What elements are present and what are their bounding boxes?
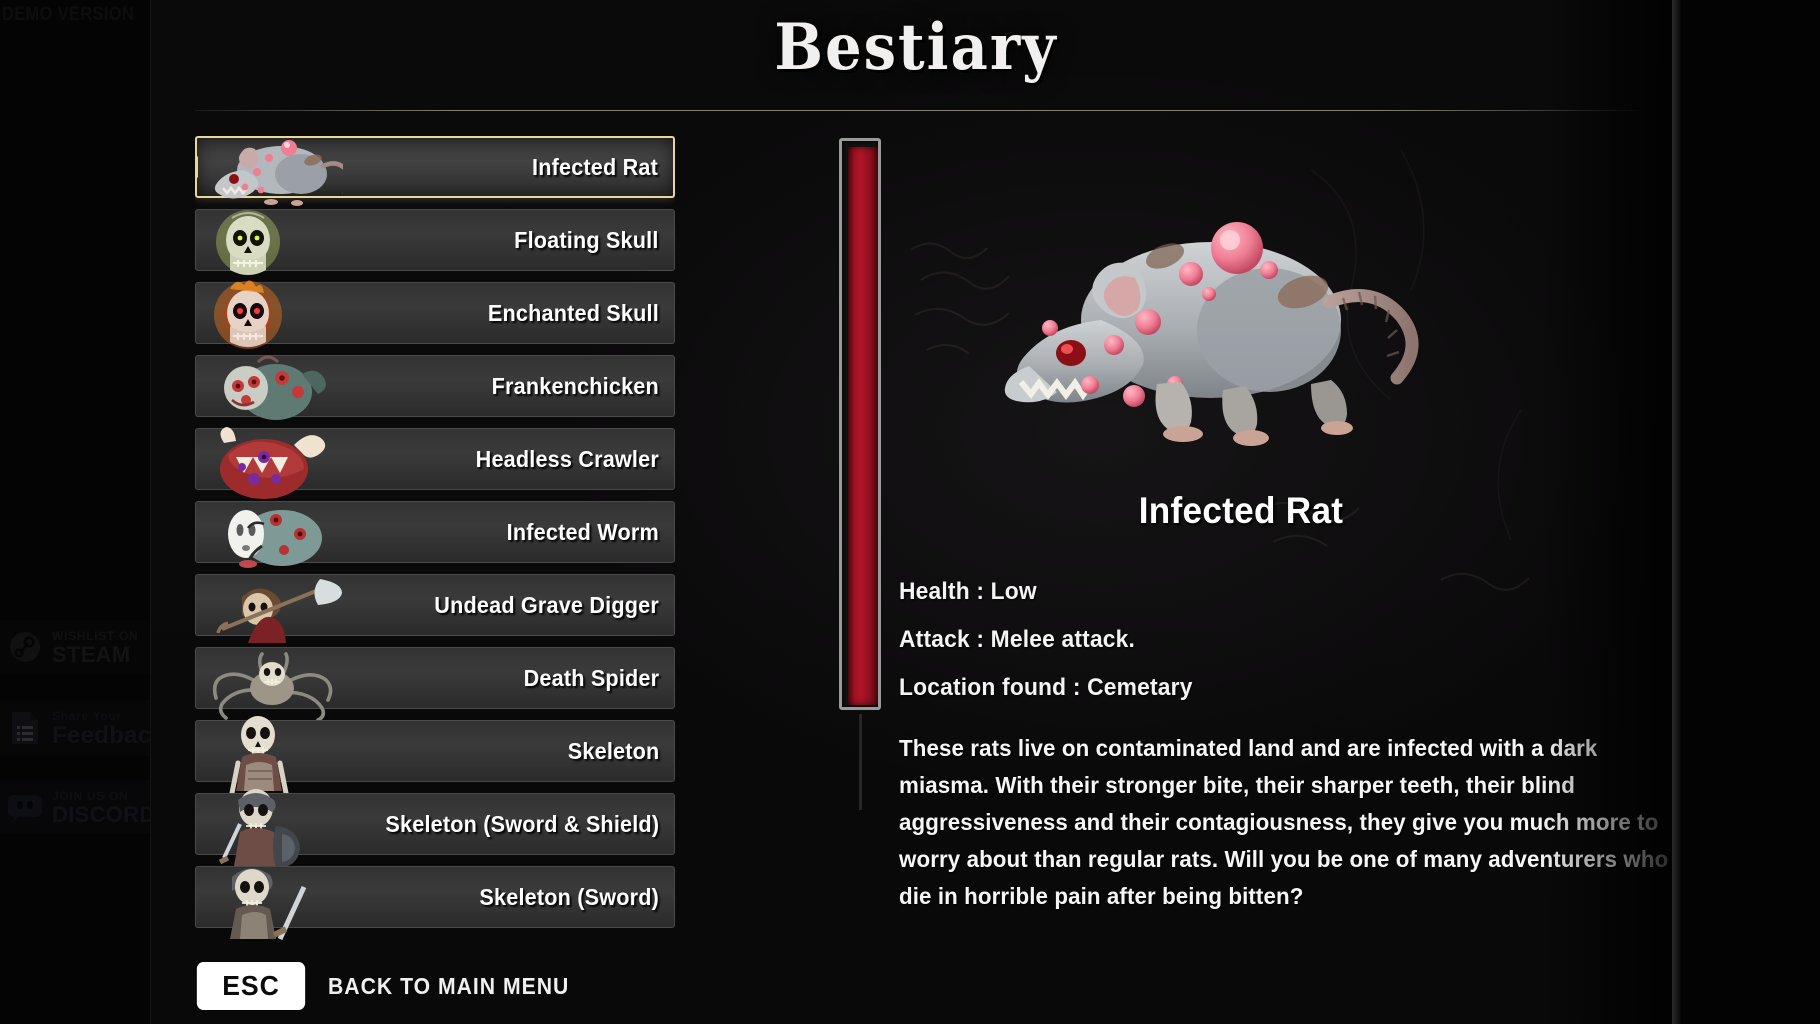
monster-thumbnail-skull-green xyxy=(202,198,342,284)
esc-key-button[interactable]: ESC xyxy=(196,962,306,1010)
monster-list[interactable]: Infected Rat Floating Skull Enchanted Sk… xyxy=(195,136,675,940)
monster-thumbnail-crawler xyxy=(202,417,342,503)
creature-detail-pane: Infected Rat Health : Low Attack : Melee … xyxy=(891,130,1681,960)
monster-thumbnail-rat xyxy=(203,136,343,212)
monster-list-item[interactable]: Headless Crawler xyxy=(195,427,675,499)
creature-stat-line: Health : Low xyxy=(899,578,1037,605)
monster-list-item-label: Enchanted Skull xyxy=(487,299,659,326)
monster-thumbnail-skeleton xyxy=(202,709,342,795)
monster-list-item[interactable]: Infected Worm xyxy=(195,501,675,568)
creature-artwork xyxy=(1004,222,1419,446)
monster-list-item-label: Death Spider xyxy=(523,664,659,691)
creature-stats: Health : Low Attack : Melee attack. Locati… xyxy=(899,578,1679,722)
monster-list-item-label: Infected Worm xyxy=(506,518,659,545)
bestiary-screen: DEMO VERSION WISHLIST ON STEAM xyxy=(0,0,1820,1024)
monster-thumbnail-spider xyxy=(202,636,342,722)
monster-list-item[interactable]: Skeleton (Sword) xyxy=(195,866,675,940)
monster-thumbnail-gravedigger xyxy=(202,563,342,649)
footer-hint[interactable]: ESC BACK TO MAIN MENU xyxy=(194,962,590,1010)
monster-list-item-label: Frankenchicken xyxy=(491,372,659,399)
monster-list-item-label: Infected Rat xyxy=(531,153,658,180)
creature-stat-line: Location found : Cemetary xyxy=(899,674,1193,701)
page-edge-highlight xyxy=(1672,0,1682,1024)
back-to-main-menu-label[interactable]: BACK TO MAIN MENU xyxy=(328,973,569,1000)
monster-list-item-label: Floating Skull xyxy=(514,226,659,253)
monster-thumbnail-skeleton-sword xyxy=(202,855,342,940)
monster-list-item[interactable]: Undead Grave Digger xyxy=(195,574,675,643)
monster-thumbnail-skeleton-sword-shield xyxy=(202,782,342,868)
monster-list-item-label: Headless Crawler xyxy=(475,445,659,472)
monster-list-item[interactable]: Skeleton (Sword & Shield) xyxy=(195,789,675,868)
creature-name: Infected Rat xyxy=(1138,490,1344,531)
monster-list-item[interactable]: Frankenchicken xyxy=(195,355,675,420)
page-title: Bestiary xyxy=(774,10,1058,85)
monster-list-item[interactable]: Skeleton xyxy=(195,716,675,795)
scrollbar-rail xyxy=(859,714,862,810)
monster-list-item-label: Skeleton (Sword & Shield) xyxy=(385,810,659,837)
creature-stat-line: Attack : Melee attack. xyxy=(899,626,1136,653)
monster-list-item-label: Skeleton xyxy=(567,737,659,764)
monster-thumbnail-skull-fire xyxy=(202,271,342,357)
creature-description: These rats live on contaminated land and… xyxy=(899,735,1669,909)
monster-list-item-label: Undead Grave Digger xyxy=(434,591,659,618)
monster-list-item[interactable]: Floating Skull xyxy=(195,209,675,275)
monster-list-item[interactable]: Enchanted Skull xyxy=(195,280,675,349)
monster-thumbnail-worm xyxy=(202,490,342,576)
monster-list-item[interactable]: Death Spider xyxy=(195,647,675,722)
bestiary-panel: Bestiary Infected Rat Floating Skull Enc… xyxy=(150,0,1680,1024)
scrollbar-track[interactable] xyxy=(839,138,881,710)
monster-thumbnail-frankenchicken xyxy=(202,344,342,430)
list-scrollbar[interactable] xyxy=(839,138,881,710)
title-divider xyxy=(195,110,1637,111)
scrollbar-thumb[interactable] xyxy=(848,147,878,705)
monster-list-item[interactable]: Infected Rat xyxy=(195,136,675,206)
monster-list-item-label: Skeleton (Sword) xyxy=(479,883,659,910)
